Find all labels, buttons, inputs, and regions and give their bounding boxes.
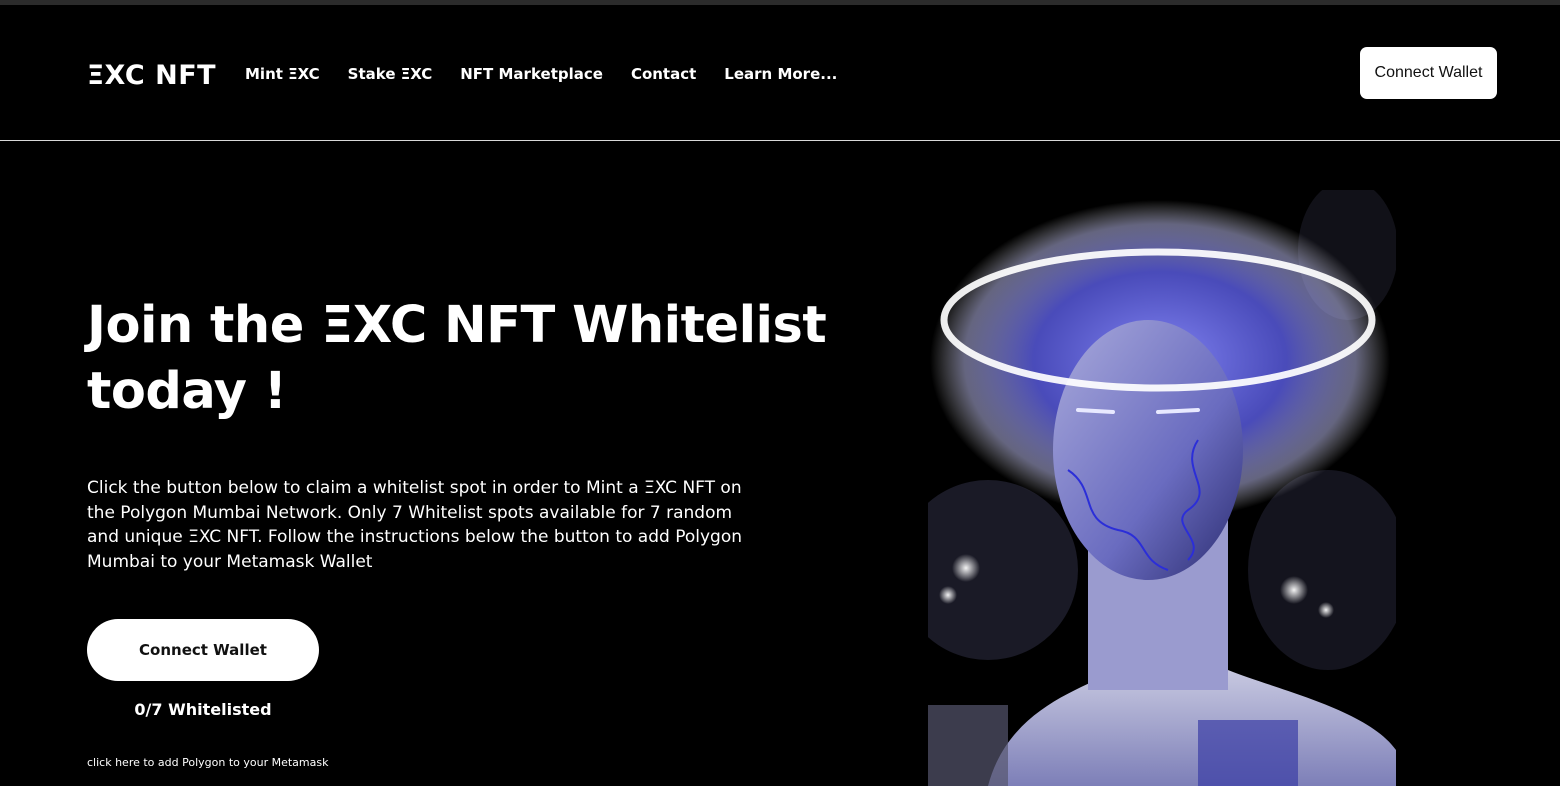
nav-link-mint[interactable]: Mint ΞXC: [245, 65, 320, 83]
nav-link-marketplace[interactable]: NFT Marketplace: [460, 65, 603, 83]
nav-links: Mint ΞXC Stake ΞXC NFT Marketplace Conta…: [245, 65, 865, 83]
nav-link-contact[interactable]: Contact: [631, 65, 696, 83]
hero-description: Click the button below to claim a whitel…: [87, 478, 742, 572]
nav-link-stake[interactable]: Stake ΞXC: [348, 65, 433, 83]
header-connect-wallet-button[interactable]: Connect Wallet: [1360, 47, 1497, 99]
nav-link-learn-more[interactable]: Learn More...: [724, 65, 837, 83]
whitelist-count: 0/7 Whitelisted: [134, 700, 272, 719]
nft-artwork-image: [928, 190, 1396, 786]
hero-connect-wallet-button[interactable]: Connect Wallet: [87, 619, 319, 681]
add-polygon-link[interactable]: click here to add Polygon to your Metama…: [87, 756, 328, 769]
navbar: ΞXC NFT Mint ΞXC Stake ΞXC NFT Marketpla…: [0, 5, 1560, 141]
site-logo[interactable]: ΞXC NFT: [87, 60, 216, 91]
hero-title: Join the ΞXC NFT Whitelist today !: [87, 296, 827, 421]
